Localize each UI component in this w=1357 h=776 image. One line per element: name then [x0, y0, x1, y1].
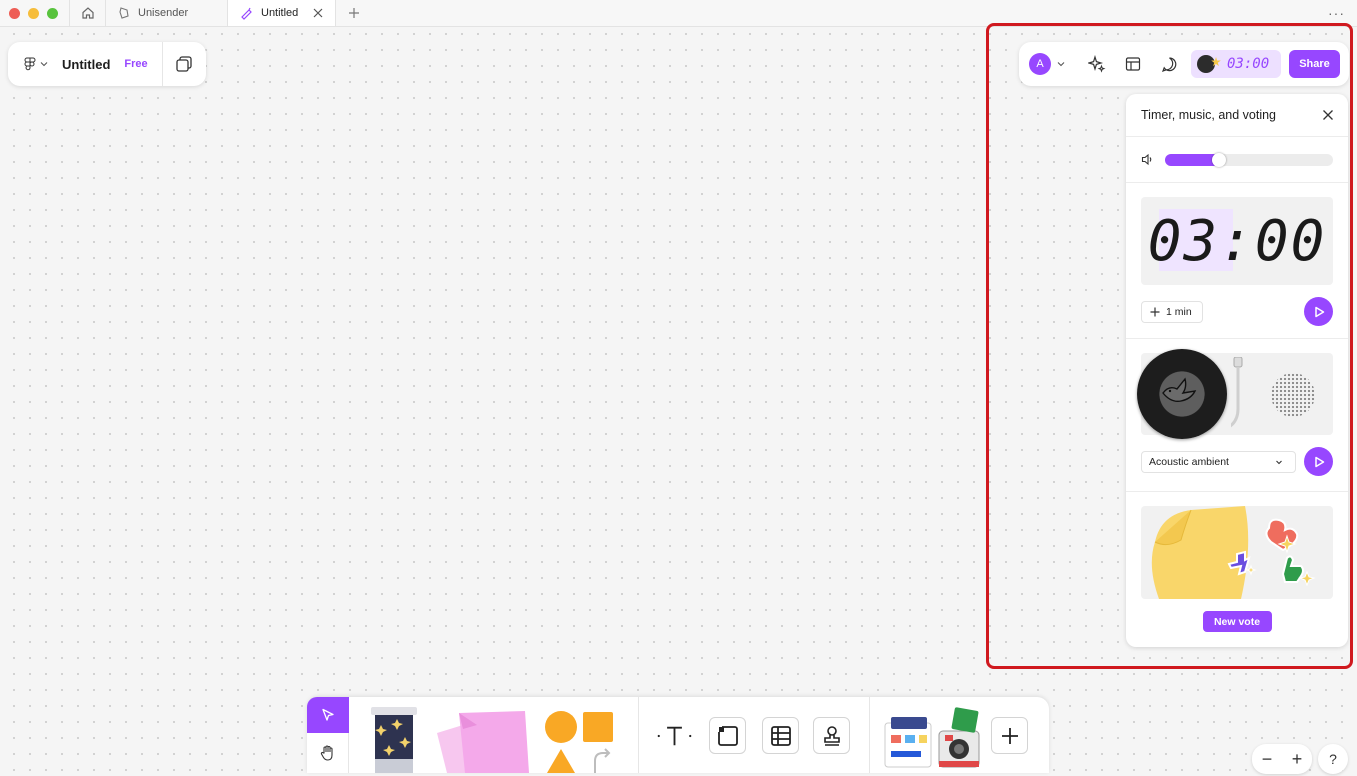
hand-tool-button[interactable]: [307, 735, 349, 771]
volume-slider-handle[interactable]: [1211, 152, 1226, 167]
templates-button[interactable]: [1115, 49, 1151, 79]
zoom-out-button[interactable]: −: [1262, 749, 1273, 770]
main-menu-button[interactable]: [8, 57, 58, 71]
volume-row: [1126, 137, 1348, 183]
title-bar: Unisender Untitled ···: [0, 0, 1357, 27]
tab-unisender[interactable]: Unisender: [106, 0, 228, 26]
sticky-note-vote-image: [1151, 506, 1316, 599]
tab-label: Unisender: [138, 7, 189, 19]
tab-untitled[interactable]: Untitled: [228, 0, 336, 26]
section-tool-button[interactable]: [709, 717, 746, 754]
share-button[interactable]: Share: [1289, 50, 1340, 78]
file-title[interactable]: Untitled: [62, 57, 110, 72]
voting-section: New vote: [1126, 492, 1348, 632]
chevron-down-icon[interactable]: [1057, 60, 1065, 68]
file-icon: [119, 7, 129, 19]
start-timer-button[interactable]: [1304, 297, 1333, 326]
close-tab-icon[interactable]: [313, 8, 323, 18]
vinyl-record-image: [1137, 349, 1227, 439]
voting-illustration: [1141, 506, 1333, 599]
comments-button[interactable]: [1151, 49, 1187, 79]
new-tab-button[interactable]: [336, 0, 372, 26]
volume-slider-fill: [1165, 153, 1219, 166]
home-icon: [81, 7, 94, 19]
play-music-button[interactable]: [1304, 447, 1333, 476]
home-tab[interactable]: [70, 0, 106, 26]
panel-header: Timer, music, and voting: [1126, 94, 1348, 137]
play-icon: [1314, 306, 1324, 317]
zoom-in-button[interactable]: +: [1292, 749, 1303, 770]
stamp-tool-button[interactable]: [813, 717, 850, 754]
figma-logo-icon: [24, 57, 36, 71]
layout-icon: [1125, 57, 1141, 71]
close-icon[interactable]: [1322, 109, 1334, 121]
volume-slider[interactable]: [1165, 152, 1333, 167]
new-vote-button[interactable]: New vote: [1202, 611, 1272, 632]
more-tools-button[interactable]: [991, 717, 1028, 754]
minimize-window-button[interactable]: [28, 7, 39, 19]
user-avatar[interactable]: A: [1029, 53, 1051, 75]
chevron-down-icon: [1276, 460, 1282, 464]
tonearm-image: [1231, 357, 1243, 428]
cursor-tools: [307, 697, 349, 773]
pages-button[interactable]: [163, 55, 206, 73]
speaker-icon: [1141, 153, 1152, 166]
track-select-value: Acoustic ambient: [1149, 455, 1229, 468]
figjam-file-icon: [241, 7, 252, 20]
close-window-button[interactable]: [9, 7, 20, 19]
table-icon: [770, 725, 791, 746]
move-tool-button[interactable]: [307, 697, 349, 733]
shapes-tool[interactable]: [543, 709, 615, 773]
top-right-toolbar: A 03:00 Share: [1019, 42, 1349, 86]
tab-label: Untitled: [261, 7, 299, 19]
timer-music-voting-panel: Timer, music, and voting 03:00 1 min Aco…: [1126, 94, 1348, 647]
sticky-note-tool[interactable]: [429, 711, 533, 773]
pages-icon: [176, 56, 192, 72]
add-one-minute-button[interactable]: 1 min: [1141, 300, 1203, 323]
ai-actions-button[interactable]: [1079, 49, 1115, 79]
play-icon: [1314, 456, 1324, 467]
timer-music-vote-button[interactable]: 03:00: [1191, 50, 1281, 78]
file-bar: Untitled Free: [8, 42, 206, 86]
track-select[interactable]: Acoustic ambient: [1141, 450, 1296, 473]
cursor-icon: [322, 708, 334, 721]
dove-icon: [1162, 377, 1197, 403]
more-menu-button[interactable]: ···: [1328, 5, 1345, 21]
timer-clock: 03:00: [1141, 197, 1333, 285]
divider: [638, 697, 639, 773]
add-one-minute-label: 1 min: [1166, 305, 1192, 318]
widgets-plugins-tool[interactable]: [883, 707, 983, 771]
plus-icon: [349, 8, 359, 18]
comment-icon: [1161, 56, 1176, 72]
sparkle-icon: [1088, 55, 1106, 73]
chevron-down-icon: [40, 62, 48, 67]
text-icon: [657, 726, 692, 745]
music-section: Acoustic ambient: [1126, 339, 1348, 492]
section-icon: [717, 725, 738, 746]
maximize-window-button[interactable]: [47, 7, 58, 19]
zoom-controls: − +: [1252, 744, 1312, 774]
plan-badge[interactable]: Free: [124, 58, 147, 70]
timer-section: 03:00 1 min: [1126, 183, 1348, 339]
music-illustration: [1137, 349, 1333, 439]
timer-display[interactable]: 03:00: [1141, 197, 1333, 285]
timer-display-small: 03:00: [1227, 56, 1270, 72]
panel-title: Timer, music, and voting: [1141, 108, 1277, 122]
timer-controls: 1 min: [1141, 297, 1333, 326]
window-controls: [0, 0, 70, 26]
stamp-icon: [823, 725, 840, 746]
speaker-grille-image: [1271, 373, 1315, 417]
plus-icon: [1001, 727, 1018, 744]
text-tool-button[interactable]: [656, 717, 693, 754]
timer-music-icon: [1197, 55, 1215, 73]
bottom-toolbar: [307, 697, 1049, 773]
divider: [869, 697, 870, 773]
hand-icon: [320, 745, 333, 761]
washi-tape-tool[interactable]: [367, 705, 421, 773]
plus-icon: [1150, 307, 1160, 316]
help-button[interactable]: ?: [1318, 744, 1348, 774]
music-controls: Acoustic ambient: [1141, 447, 1333, 476]
table-tool-button[interactable]: [762, 717, 799, 754]
